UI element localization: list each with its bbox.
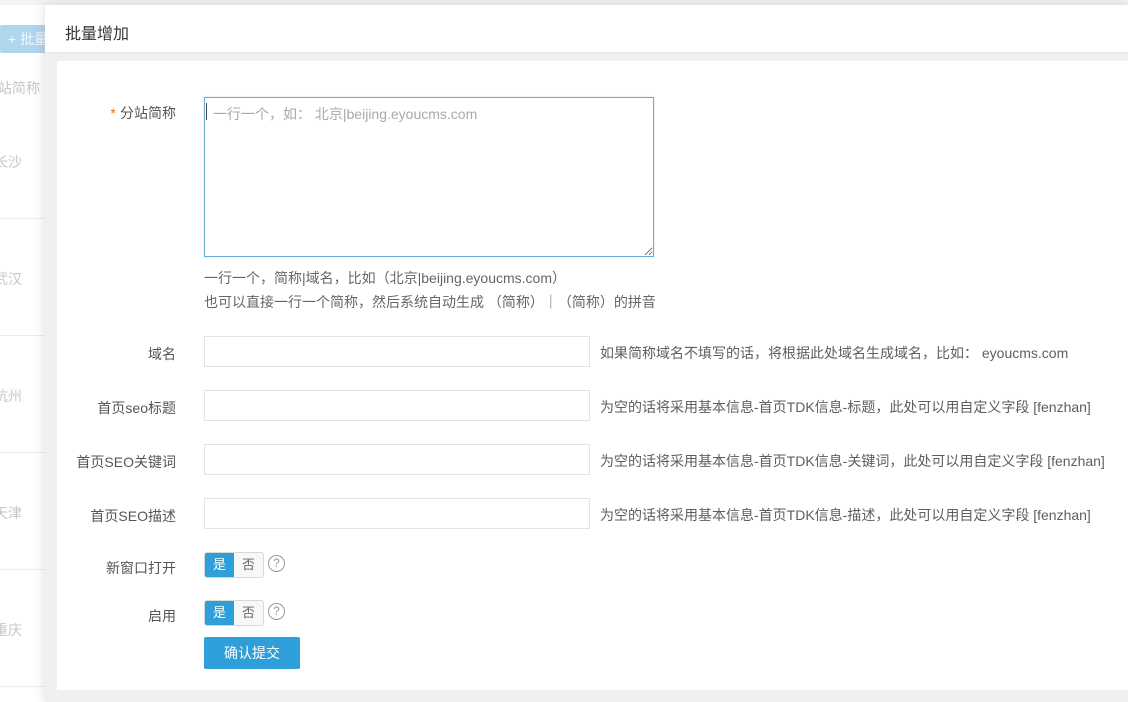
- row-divider: [0, 335, 45, 336]
- dialog-title: 批量增加: [65, 20, 129, 44]
- enabled-label: 启用: [0, 606, 176, 626]
- confirm-submit-button[interactable]: 确认提交: [204, 637, 300, 669]
- seo-title-hint: 为空的话将采用基本信息-首页TDK信息-标题，此处可以用自定义字段 [fenzh…: [600, 397, 1091, 417]
- required-mark: *: [111, 105, 116, 121]
- branch-name-label: *分站简称: [0, 103, 176, 123]
- dialog-header: 批量增加: [45, 5, 1128, 53]
- seo-title-input[interactable]: [204, 390, 590, 421]
- table-row: 武汉: [0, 269, 22, 289]
- seo-description-input[interactable]: [204, 498, 590, 529]
- toggle-no-option[interactable]: 否: [234, 601, 263, 625]
- help-question-icon[interactable]: ?: [268, 603, 285, 620]
- branch-name-label-text: 分站简称: [120, 105, 176, 121]
- seo-title-label: 首页seo标题: [0, 398, 176, 418]
- text-caret: [206, 103, 207, 120]
- branch-name-help-2: 也可以直接一行一个简称，然后系统自动生成 （简称）｜（简称）的拼音: [204, 292, 656, 312]
- row-divider: [0, 686, 45, 687]
- page: + 批量增加 分站简称 长沙 武汉 杭州 天津 重庆 批量增加 *分站简称 一行…: [0, 0, 1128, 702]
- seo-keywords-label: 首页SEO关键词: [0, 452, 176, 472]
- branch-name-help-1: 一行一个，简称|域名，比如（北京|beijing.eyoucms.com）: [204, 268, 566, 288]
- open-new-window-label: 新窗口打开: [0, 558, 176, 578]
- backdrop-table-header: 分站简称: [0, 78, 40, 98]
- table-row: 长沙: [0, 152, 22, 172]
- seo-description-hint: 为空的话将采用基本信息-首页TDK信息-描述，此处可以用自定义字段 [fenzh…: [600, 505, 1091, 525]
- seo-keywords-input[interactable]: [204, 444, 590, 475]
- domain-input[interactable]: [204, 336, 590, 367]
- toggle-yes-option[interactable]: 是: [205, 553, 234, 577]
- enabled-toggle[interactable]: 是 否: [204, 600, 264, 626]
- toggle-no-option[interactable]: 否: [234, 553, 263, 577]
- domain-hint: 如果简称域名不填写的话，将根据此处域名生成域名，比如： eyoucms.com: [600, 343, 1068, 363]
- domain-label: 域名: [0, 344, 176, 364]
- help-question-icon[interactable]: ?: [268, 555, 285, 572]
- row-divider: [0, 218, 45, 219]
- open-new-window-toggle[interactable]: 是 否: [204, 552, 264, 578]
- seo-description-label: 首页SEO描述: [0, 506, 176, 526]
- branch-name-textarea[interactable]: [204, 97, 654, 257]
- toggle-yes-option[interactable]: 是: [205, 601, 234, 625]
- seo-keywords-hint: 为空的话将采用基本信息-首页TDK信息-关键词，此处可以用自定义字段 [fenz…: [600, 451, 1105, 471]
